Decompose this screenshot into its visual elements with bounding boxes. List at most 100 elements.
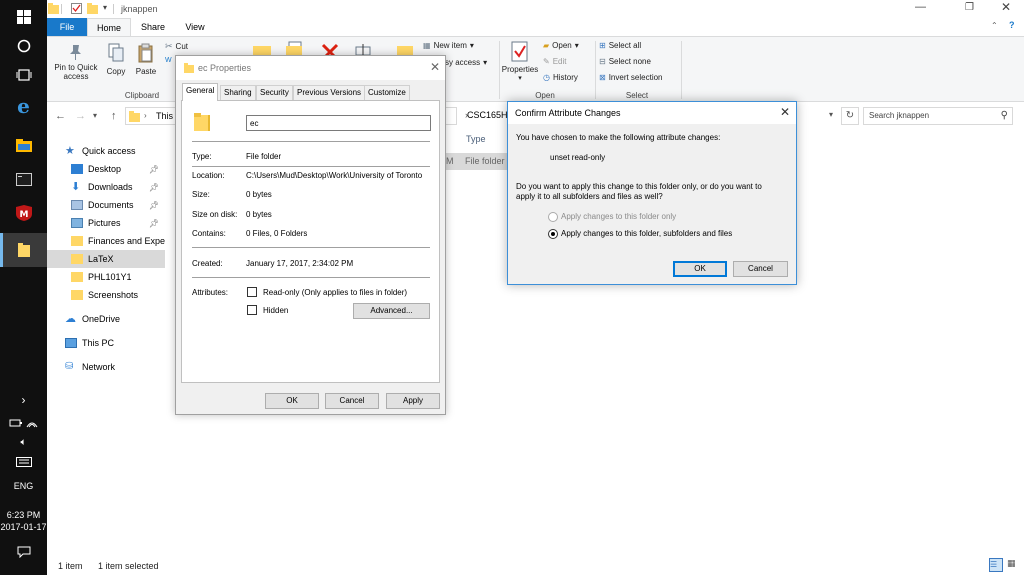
properties-apply-button[interactable]: Apply — [386, 393, 440, 409]
clock-time[interactable]: 6:23 PM — [0, 510, 47, 520]
new-item-button[interactable]: ▦ New item ▾ — [423, 41, 474, 50]
details-view-button[interactable]: ☰ — [989, 558, 1003, 572]
collapse-ribbon-icon[interactable]: ⌃ — [991, 21, 998, 30]
advanced-button[interactable]: Advanced... — [353, 303, 430, 319]
easy-access-button[interactable]: sy access ▾ — [445, 58, 487, 67]
maximize-button[interactable]: ❐ — [965, 2, 974, 13]
size-value: 0 bytes — [246, 190, 272, 199]
confirm-close-button[interactable]: ✕ — [780, 105, 790, 119]
refresh-button[interactable]: ↻ — [841, 107, 859, 125]
select-none-button[interactable]: ⊟ Select none — [599, 57, 651, 66]
radio-apply-all[interactable] — [548, 229, 558, 239]
help-icon[interactable]: ? — [1009, 20, 1015, 30]
tab-customize[interactable]: Customize — [364, 85, 410, 100]
taskbar-edge[interactable]: e — [0, 90, 47, 122]
input-language[interactable]: ENG — [0, 481, 47, 491]
folder-icon — [184, 63, 194, 73]
taskbar-explorer-active[interactable] — [0, 233, 47, 267]
nav-this-pc[interactable]: This PC — [47, 334, 165, 352]
pin-icon[interactable]: 📌︎ — [149, 165, 159, 174]
folder-name-input[interactable] — [246, 115, 431, 131]
readonly-checkbox[interactable] — [247, 287, 257, 297]
nav-label: PHL101Y1 — [88, 272, 132, 282]
up-arrow-icon[interactable]: ↑ — [111, 110, 117, 122]
keyboard-icon — [15, 457, 32, 467]
ribbon-tabs: File Home Share View ⌃ ? — [47, 18, 1024, 36]
start-button[interactable] — [0, 1, 47, 33]
tab-file[interactable]: File — [47, 18, 87, 36]
properties-close-button[interactable]: ✕ — [430, 60, 440, 74]
taskbar-mcafee[interactable]: M — [0, 197, 47, 229]
action-center-button[interactable] — [0, 542, 47, 562]
confirm-ok-button[interactable]: OK — [673, 261, 727, 277]
tab-previous-versions[interactable]: Previous Versions — [293, 85, 366, 100]
search-input[interactable]: Search jknappen ⚲ — [863, 107, 1013, 125]
edit-button[interactable]: ✎ Edit — [543, 57, 567, 66]
minimize-button[interactable]: — — [915, 1, 926, 13]
readonly-label[interactable]: Read-only (Only applies to files in fold… — [263, 288, 407, 297]
back-arrow-icon[interactable]: ← — [55, 110, 66, 122]
copy-path-button-partial[interactable]: W — [165, 57, 172, 64]
hidden-checkbox[interactable] — [247, 305, 257, 315]
cortana-button[interactable] — [0, 30, 47, 62]
history-button[interactable]: ◷ History — [543, 73, 578, 82]
tab-share[interactable]: Share — [133, 18, 173, 36]
radio-this-folder-only[interactable] — [548, 212, 558, 222]
tray-volume[interactable]: 🔈︎ — [0, 433, 47, 451]
clock-date[interactable]: 2017-01-17 — [0, 522, 47, 532]
tab-home[interactable]: Home — [87, 18, 131, 36]
nav-onedrive[interactable]: ☁ OneDrive — [47, 310, 165, 328]
properties-check-icon[interactable] — [71, 3, 82, 14]
touch-keyboard-button[interactable] — [0, 453, 47, 471]
close-button[interactable]: ✕ — [1001, 0, 1011, 14]
recent-locations-icon[interactable]: ▾ — [93, 111, 97, 120]
nav-screenshots[interactable]: Screenshots — [47, 286, 165, 304]
tab-sharing[interactable]: Sharing — [220, 85, 256, 100]
taskbar-terminal[interactable] — [0, 163, 47, 195]
tab-general[interactable]: General — [182, 83, 219, 101]
address-dropdown-icon[interactable]: ▾ — [829, 110, 833, 119]
select-all-button[interactable]: ⊞ Select all — [599, 41, 641, 50]
forward-arrow-icon[interactable]: → — [75, 110, 86, 122]
cut-button[interactable]: ✂ Cut — [165, 41, 188, 52]
properties-cancel-button[interactable]: Cancel — [325, 393, 379, 409]
show-hidden-icons-button[interactable]: › — [0, 390, 47, 410]
nav-downloads[interactable]: ⬇ Downloads 📌︎ — [47, 178, 165, 196]
nav-documents[interactable]: Documents 📌︎ — [47, 196, 165, 214]
pin-to-quick-access-button[interactable]: Pin to Quick access — [51, 43, 101, 81]
tab-view[interactable]: View — [175, 18, 215, 36]
properties-button[interactable]: Properties ▾ — [499, 41, 541, 82]
pin-icon[interactable]: 📌︎ — [149, 201, 159, 210]
taskbar-file-explorer-pinned[interactable] — [0, 129, 47, 161]
properties-ok-button[interactable]: OK — [265, 393, 319, 409]
copy-button[interactable]: Copy — [103, 43, 129, 76]
nav-phl101y1[interactable]: PHL101Y1 — [47, 268, 165, 286]
column-header-type[interactable]: Type — [466, 134, 486, 144]
nav-finances[interactable]: Finances and Expen — [47, 232, 165, 250]
breadcrumb-course-folder[interactable]: CSC165H1 — [467, 110, 513, 120]
pin-icon[interactable]: 📌︎ — [149, 219, 159, 228]
breadcrumb-this-pc[interactable]: This — [156, 111, 173, 121]
invert-selection-button[interactable]: ⊠ Invert selection — [599, 73, 663, 82]
nav-latex[interactable]: LaTeX — [47, 250, 165, 268]
nav-network[interactable]: ⛁ Network — [47, 358, 165, 376]
task-view-button[interactable] — [0, 59, 47, 91]
large-icons-view-button[interactable]: ▦ — [1007, 558, 1021, 572]
qat-customize-icon[interactable]: ▾ — [103, 3, 107, 12]
radio-selected-dot — [551, 232, 555, 236]
nav-pictures[interactable]: Pictures 📌︎ — [47, 214, 165, 232]
properties-title: ec Properties — [198, 63, 252, 73]
radio-this-folder-only-label[interactable]: Apply changes to this folder only — [561, 212, 676, 222]
radio-apply-all-label[interactable]: Apply changes to this folder, subfolders… — [561, 229, 732, 239]
hidden-label[interactable]: Hidden — [263, 306, 288, 315]
open-button[interactable]: ▰ Open ▾ — [543, 41, 579, 50]
tab-security[interactable]: Security — [256, 85, 293, 100]
pin-icon[interactable]: 📌︎ — [149, 183, 159, 192]
nav-quick-access[interactable]: ★ Quick access — [47, 142, 165, 160]
dropdown-arrow-icon: ▾ — [469, 41, 474, 50]
tray-battery-wifi[interactable] — [0, 414, 47, 432]
paste-button[interactable]: Paste — [133, 43, 159, 76]
new-folder-icon[interactable] — [87, 3, 98, 14]
confirm-cancel-button[interactable]: Cancel — [733, 261, 788, 277]
nav-desktop[interactable]: Desktop 📌︎ — [47, 160, 165, 178]
